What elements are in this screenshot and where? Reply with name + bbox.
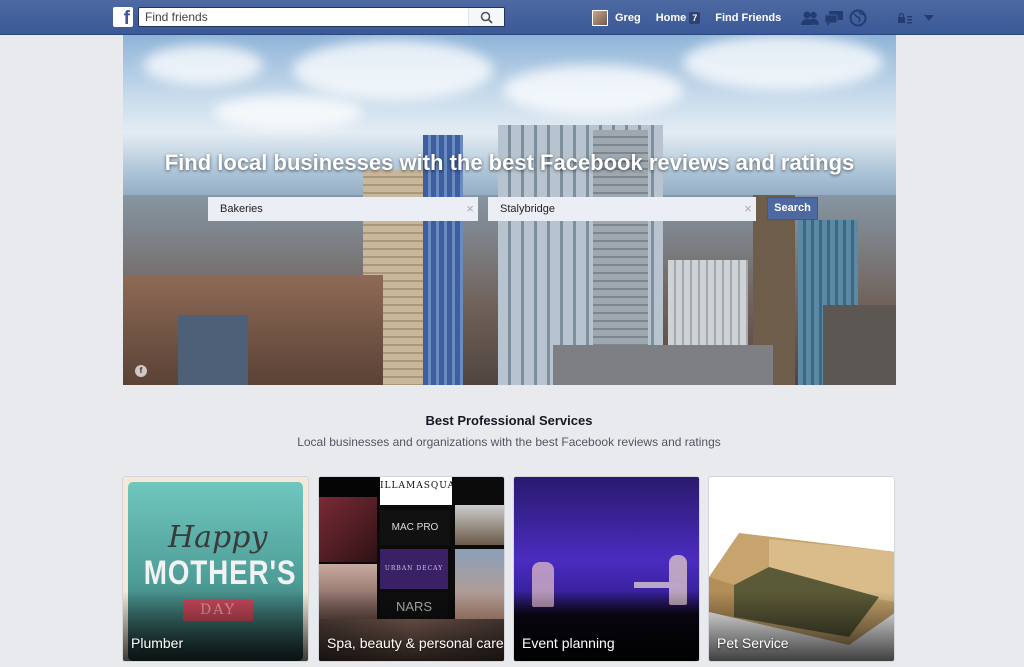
facebook-logo[interactable]: f [113, 7, 133, 27]
card-label: Plumber [131, 635, 184, 651]
category-card-spa-beauty[interactable]: ILLAMASQUA MAC PRO URBAN DECAY NARS Spa,… [318, 476, 505, 662]
card-image-brand-text: MAC PRO [380, 510, 450, 545]
category-card-plumber[interactable]: Happy MOTHER'S DAY Plumber [122, 476, 309, 662]
card-label: Spa, beauty & personal care [327, 635, 504, 651]
cloud-decoration [683, 35, 883, 90]
card-image-main-text: MOTHER'S [143, 554, 297, 592]
search-icon [480, 11, 493, 24]
category-card-pet-service[interactable]: Pet Service [708, 476, 895, 662]
friend-requests-icon[interactable] [800, 8, 820, 28]
location-input[interactable] [488, 197, 756, 221]
hero-search-button[interactable]: Search [767, 197, 818, 220]
hero-title: Find local businesses with the best Face… [164, 150, 855, 175]
card-image-tile [455, 505, 504, 545]
category-card-event-planning[interactable]: Event planning [513, 476, 700, 662]
notifications-globe-icon[interactable] [848, 8, 868, 28]
account-menu-chevron-icon[interactable] [919, 8, 939, 28]
dome-decoration [178, 315, 248, 385]
clear-category-icon[interactable]: × [463, 198, 477, 220]
search-button[interactable] [468, 8, 504, 26]
top-navigation-bar: f Greg Home7 Find Friends [0, 0, 1024, 35]
home-count-badge: 7 [689, 11, 701, 24]
building-decoration [553, 345, 773, 385]
cloud-decoration [213, 95, 363, 130]
photo-credit-icon[interactable]: f [135, 365, 147, 377]
business-category-input[interactable] [208, 197, 478, 221]
cloud-decoration [293, 40, 493, 100]
messages-icon[interactable] [824, 8, 844, 28]
card-image-brand-text: URBAN DECAY [380, 549, 448, 589]
find-friends-link[interactable]: Find Friends [708, 12, 788, 24]
home-label: Home [655, 11, 687, 24]
hero-banner: Find local businesses with the best Face… [123, 35, 896, 385]
section-subtitle: Local businesses and organizations with … [297, 435, 721, 449]
clear-location-icon[interactable]: × [741, 198, 755, 220]
cloud-decoration [143, 45, 263, 85]
card-image-tile [319, 497, 377, 562]
search-box [138, 7, 505, 27]
divider [884, 9, 886, 26]
avatar[interactable] [592, 9, 608, 26]
section-title: Best Professional Services [425, 413, 593, 428]
building-decoration [123, 275, 383, 385]
nav-right: Greg Home 7 Find Friends [590, 0, 941, 35]
cloud-decoration [503, 65, 683, 115]
card-image-keyboard [634, 582, 679, 588]
card-image-script-text: Happy [168, 520, 268, 555]
search-input[interactable] [139, 8, 467, 26]
card-label: Event planning [522, 635, 615, 651]
home-link[interactable]: Home 7 [649, 11, 708, 24]
card-image-brand-text: ILLAMASQUA [380, 477, 454, 505]
profile-link[interactable]: Greg [608, 12, 648, 24]
card-label: Pet Service [717, 635, 789, 651]
privacy-shortcuts-icon[interactable] [895, 8, 915, 28]
building-decoration [823, 305, 896, 385]
